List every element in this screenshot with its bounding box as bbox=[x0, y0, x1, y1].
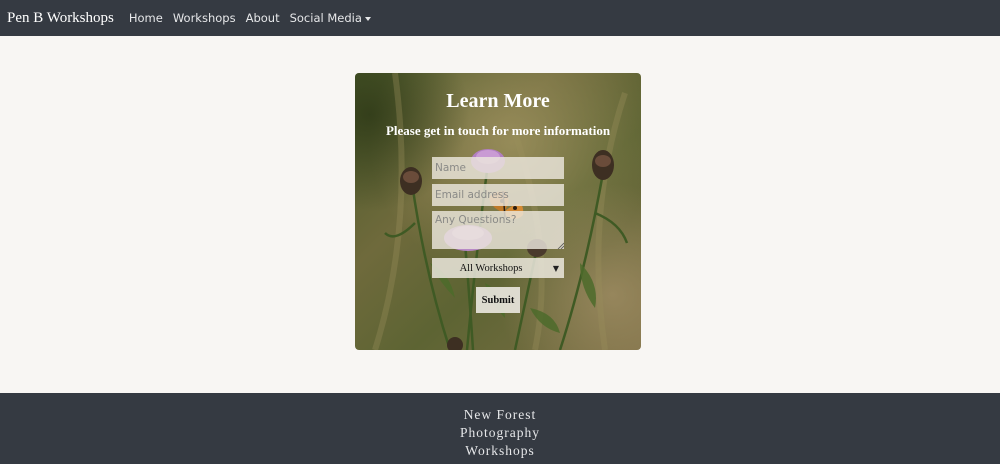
questions-textarea[interactable] bbox=[432, 211, 564, 249]
name-input[interactable] bbox=[432, 157, 564, 179]
submit-button[interactable]: Submit bbox=[476, 287, 520, 313]
nav-link-home[interactable]: Home bbox=[129, 11, 163, 25]
brand-link[interactable]: Pen B Workshops bbox=[7, 10, 114, 27]
workshop-select-value: All Workshops bbox=[459, 262, 523, 274]
footer-line: Photography bbox=[460, 425, 540, 440]
footer-line: Workshops bbox=[465, 443, 535, 458]
card-subtitle: Please get in touch for more information bbox=[385, 123, 611, 138]
nav-link-workshops[interactable]: Workshops bbox=[173, 11, 236, 25]
footer: New Forest Photography Workshops bbox=[0, 393, 1000, 464]
nav-link-about[interactable]: About bbox=[246, 11, 280, 25]
caret-down-icon bbox=[364, 16, 371, 21]
card-title: Learn More bbox=[446, 90, 550, 112]
email-input[interactable] bbox=[432, 184, 564, 206]
chevron-down-icon: ▼ bbox=[552, 263, 560, 273]
nav-dropdown-label: Social Media bbox=[289, 11, 362, 25]
footer-line: New Forest bbox=[463, 407, 537, 422]
workshop-select[interactable]: All Workshops ▼ bbox=[432, 258, 564, 278]
nav-dropdown-social-media[interactable]: Social Media bbox=[290, 11, 371, 25]
top-navbar: Pen B Workshops Home Workshops About Soc… bbox=[0, 0, 1000, 36]
footer-title: New Forest Photography Workshops bbox=[0, 406, 1000, 460]
resize-grip-icon[interactable] bbox=[557, 242, 564, 249]
learn-more-card: Learn More Please get in touch for more … bbox=[355, 73, 641, 350]
